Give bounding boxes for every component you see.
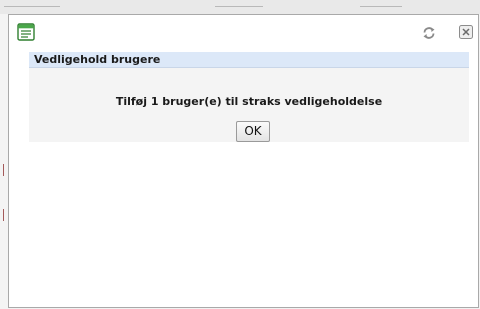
dialog-titlebar <box>9 15 478 49</box>
form-document-icon <box>17 23 35 41</box>
dialog-window: Vedligehold brugere Tilføj 1 bruger(e) t… <box>8 14 479 308</box>
close-icon[interactable] <box>459 25 473 39</box>
dialog-content: Vedligehold brugere Tilføj 1 bruger(e) t… <box>29 52 469 142</box>
background-strip <box>0 0 480 14</box>
background-mark <box>3 164 4 176</box>
background-line <box>360 6 402 7</box>
refresh-icon[interactable] <box>421 25 437 41</box>
background-mark <box>3 209 4 221</box>
ok-button[interactable]: OK <box>236 121 270 142</box>
page: Vedligehold brugere Tilføj 1 bruger(e) t… <box>0 0 480 309</box>
background-line <box>4 6 60 7</box>
confirmation-message: Tilføj 1 bruger(e) til straks vedligehol… <box>115 95 383 108</box>
background-left-edge <box>0 14 8 309</box>
background-line <box>215 6 263 7</box>
section-title: Vedligehold brugere <box>29 52 469 68</box>
